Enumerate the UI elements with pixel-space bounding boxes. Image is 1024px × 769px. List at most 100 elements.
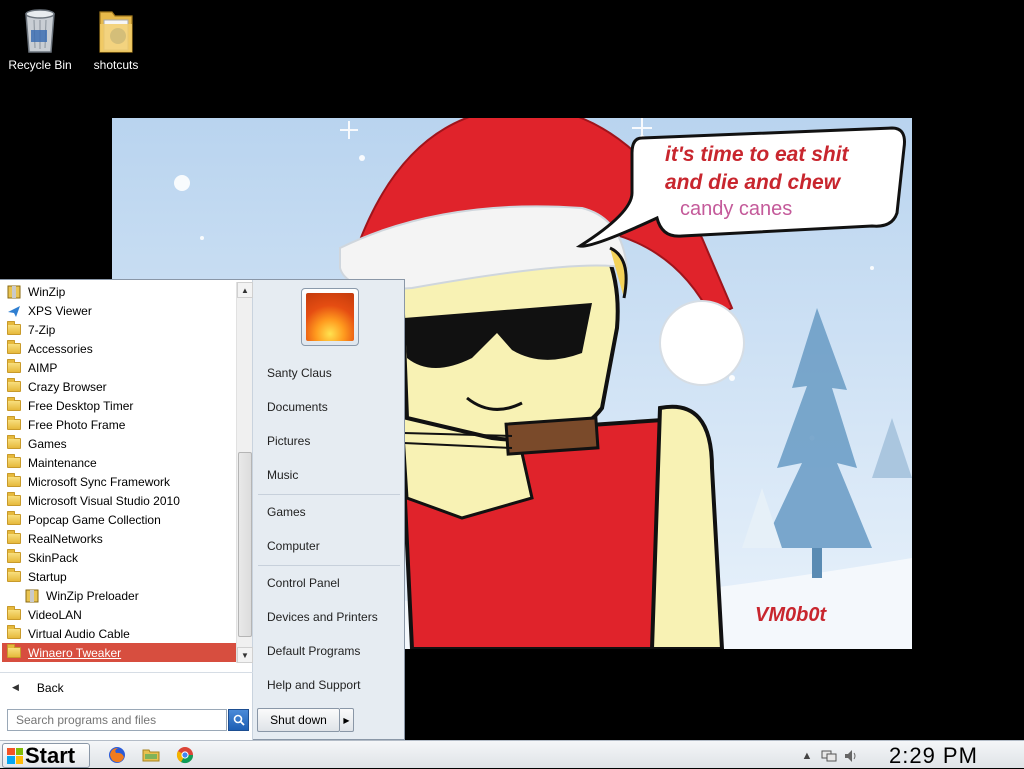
- scroll-up-arrow-icon[interactable]: ▲: [237, 282, 253, 298]
- winzip-icon: [6, 285, 22, 299]
- program-label: Games: [28, 436, 67, 451]
- program-label: Maintenance: [28, 455, 97, 470]
- artist-signature: VM0b0t: [755, 604, 827, 626]
- right-item-label: Default Programs: [267, 644, 361, 658]
- right-item-music[interactable]: Music: [258, 462, 400, 488]
- network-icon[interactable]: [821, 748, 837, 764]
- folder-icon: [6, 530, 22, 546]
- start-label: Start: [25, 742, 76, 768]
- programs-pane: WinZip XPS Viewer 7-Zip Accessories AIMP Craz…: [0, 280, 253, 741]
- search-button[interactable]: [228, 709, 249, 731]
- program-label: Free Photo Frame: [28, 417, 126, 432]
- program-list-item[interactable]: Microsoft Sync Framework: [2, 472, 236, 491]
- program-list-item[interactable]: AIMP: [2, 358, 236, 377]
- program-label: Crazy Browser: [28, 379, 107, 394]
- back-button[interactable]: ◀ Back: [0, 672, 253, 702]
- right-item-pictures[interactable]: Pictures: [258, 428, 400, 454]
- folder-icon: [6, 644, 22, 660]
- program-label: VideoLAN: [28, 607, 82, 622]
- right-item-default-programs[interactable]: Default Programs: [258, 638, 400, 664]
- program-label: WinZip Preloader: [46, 588, 139, 603]
- file-explorer-icon[interactable]: [142, 746, 160, 764]
- right-item-documents[interactable]: Documents: [258, 394, 400, 420]
- shut-down-options-arrow-icon[interactable]: ▶: [340, 708, 354, 732]
- right-item-label: Pictures: [267, 434, 311, 448]
- right-item-help-and-support[interactable]: Help and Support: [258, 672, 400, 698]
- xps-viewer-icon: [6, 304, 22, 318]
- program-list-item[interactable]: Winaero Tweaker: [2, 643, 236, 662]
- windows-logo-icon: [7, 747, 23, 764]
- program-label: Virtual Audio Cable: [28, 626, 130, 641]
- folder-icon: [6, 492, 22, 508]
- menu-divider: [258, 494, 400, 495]
- program-list-item[interactable]: Accessories: [2, 339, 236, 358]
- program-list-item[interactable]: RealNetworks: [2, 529, 236, 548]
- back-arrow-icon: ◀: [12, 682, 19, 692]
- recycle-bin-label: Recycle Bin: [8, 58, 72, 72]
- flower-avatar-icon: [306, 293, 354, 341]
- program-list-item[interactable]: VideoLAN: [2, 605, 236, 624]
- recycle-bin-icon: [25, 9, 55, 53]
- folder-icon: [6, 397, 22, 413]
- start-button[interactable]: Start: [2, 743, 90, 768]
- right-item-label: Help and Support: [267, 678, 361, 692]
- user-account-picture[interactable]: [301, 288, 359, 346]
- folder-icon: [6, 340, 22, 356]
- program-list-item[interactable]: WinZip: [2, 282, 236, 301]
- program-label: Microsoft Visual Studio 2010: [28, 493, 180, 508]
- volume-icon[interactable]: [843, 748, 859, 764]
- folder-icon: [6, 454, 22, 470]
- right-item-label: Santy Claus: [267, 366, 332, 380]
- program-list-item[interactable]: Popcap Game Collection: [2, 510, 236, 529]
- right-item-label: Music: [267, 468, 299, 482]
- folder-icon: [6, 549, 22, 565]
- programs-scrollbar[interactable]: ▲ ▼: [236, 282, 253, 663]
- program-list-item[interactable]: SkinPack: [2, 548, 236, 567]
- right-item-user[interactable]: Santy Claus: [258, 360, 400, 386]
- start-menu-right-pane: Santy Claus Documents Pictures Music Gam…: [254, 280, 404, 741]
- folder-icon: [6, 473, 22, 489]
- show-hidden-icons-chevron-icon[interactable]: ▲: [799, 748, 815, 764]
- program-list-item[interactable]: XPS Viewer: [2, 301, 236, 320]
- right-item-games[interactable]: Games: [258, 499, 400, 525]
- program-list-item[interactable]: 7-Zip: [2, 320, 236, 339]
- taskbar: Start ▲ 2:29 PM: [0, 740, 1024, 768]
- search-programs-input[interactable]: [7, 709, 227, 731]
- scrollbar-thumb[interactable]: [238, 452, 252, 637]
- program-list-item[interactable]: Games: [2, 434, 236, 453]
- folder-icon: [6, 435, 22, 451]
- bubble-line-1: it's time to eat shit: [665, 143, 849, 166]
- scroll-down-arrow-icon[interactable]: ▼: [237, 647, 253, 663]
- program-label: RealNetworks: [28, 531, 103, 546]
- folder-icon: [6, 321, 22, 337]
- program-list-item[interactable]: WinZip Preloader: [2, 586, 236, 605]
- firefox-icon[interactable]: [108, 746, 126, 764]
- program-list-item[interactable]: Crazy Browser: [2, 377, 236, 396]
- recycle-bin-shortcut[interactable]: Recycle Bin: [0, 6, 80, 72]
- program-label: Startup: [28, 569, 67, 584]
- right-item-label: Control Panel: [267, 576, 340, 590]
- right-item-control-panel[interactable]: Control Panel: [258, 570, 400, 596]
- notification-area: ▲ 2:29 PM: [793, 743, 1024, 768]
- bubble-line-2: and die and chew: [665, 171, 841, 194]
- shut-down-button[interactable]: Shut down: [257, 708, 340, 732]
- program-list-item[interactable]: Microsoft Visual Studio 2010: [2, 491, 236, 510]
- right-item-computer[interactable]: Computer: [258, 533, 400, 559]
- chrome-icon[interactable]: [176, 746, 194, 764]
- program-list-item[interactable]: Maintenance: [2, 453, 236, 472]
- shotcuts-label: shotcuts: [93, 58, 139, 72]
- clock[interactable]: 2:29 PM: [889, 743, 978, 769]
- program-list-item[interactable]: Free Photo Frame: [2, 415, 236, 434]
- winzip-icon: [24, 589, 40, 603]
- right-item-devices-and-printers[interactable]: Devices and Printers: [258, 604, 400, 630]
- program-list-item[interactable]: Virtual Audio Cable: [2, 624, 236, 643]
- right-item-label: Computer: [267, 539, 320, 553]
- program-label: Microsoft Sync Framework: [28, 474, 171, 489]
- folder-icon: [6, 568, 22, 584]
- folder-icon: [6, 625, 22, 641]
- folder-icon: [6, 511, 22, 527]
- folder-icon: [6, 416, 22, 432]
- program-list-item[interactable]: Startup: [2, 567, 236, 586]
- program-list-item[interactable]: Free Desktop Timer: [2, 396, 236, 415]
- shotcuts-shortcut[interactable]: shotcuts: [76, 6, 156, 72]
